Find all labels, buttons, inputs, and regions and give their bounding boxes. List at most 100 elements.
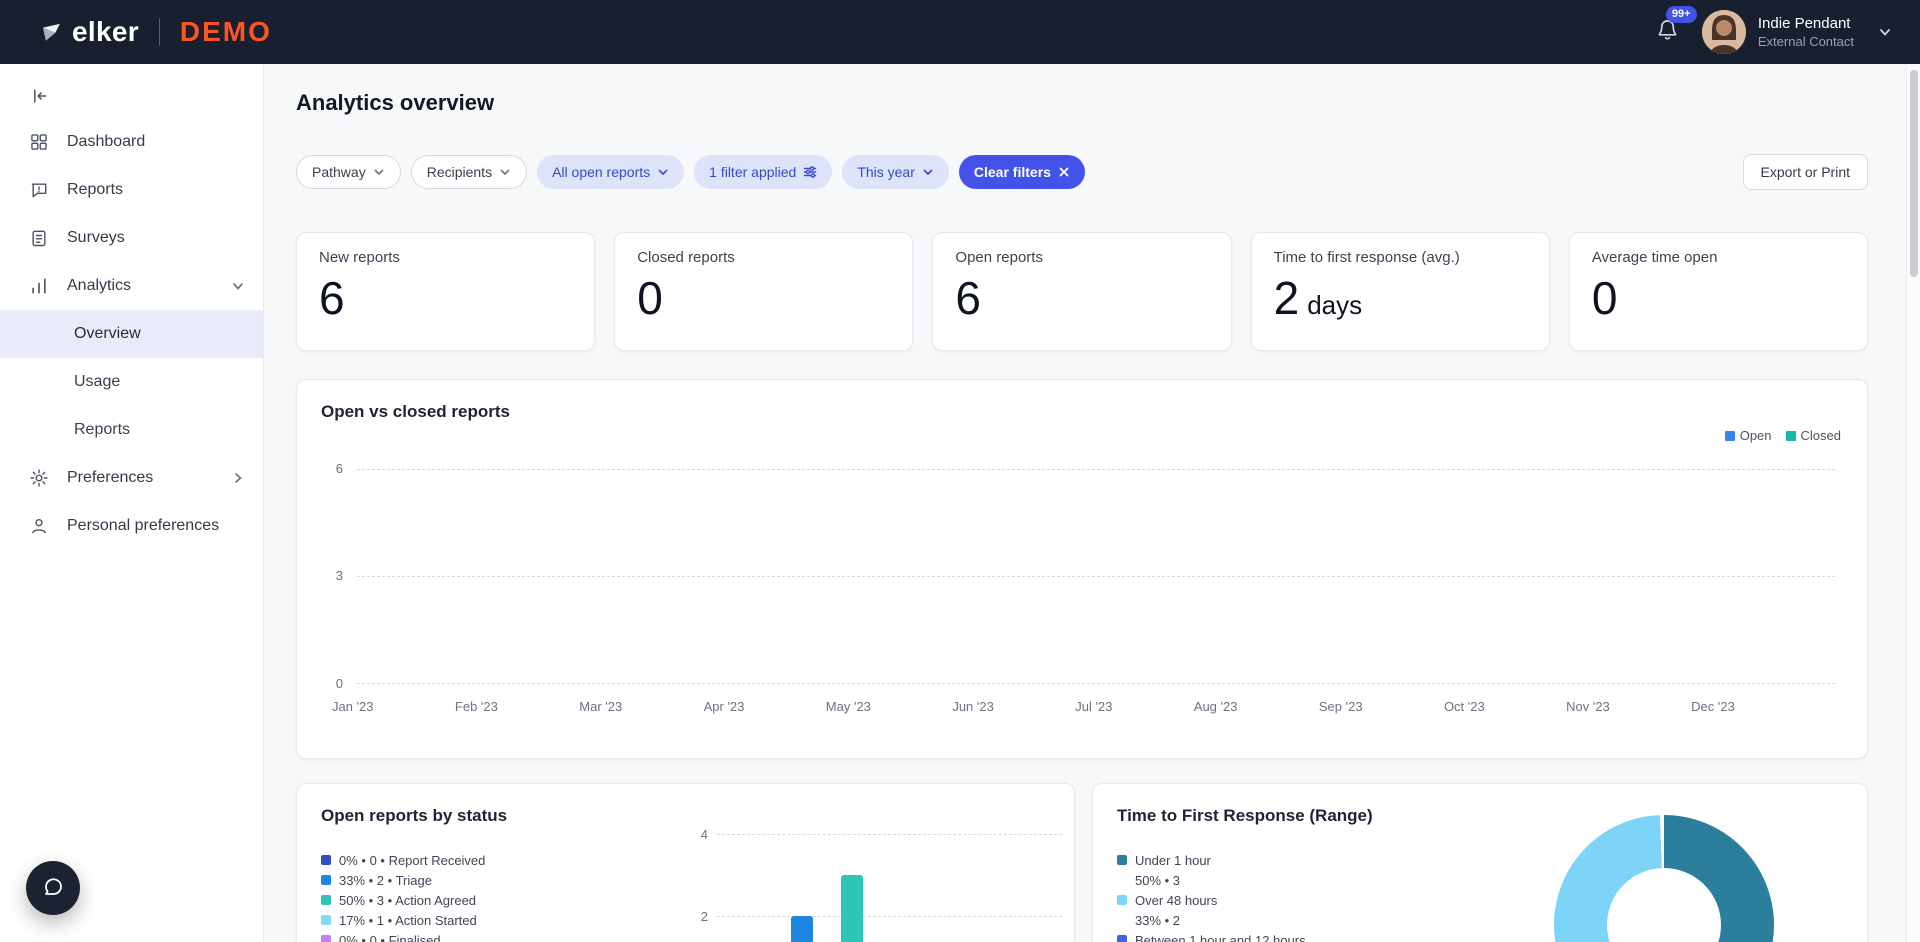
pathway-filter-label: Pathway xyxy=(312,164,366,180)
gridline xyxy=(717,834,1062,835)
month-label: Jun '23 xyxy=(952,699,994,714)
stat-card-average-time-open: Average time open 0 xyxy=(1568,232,1869,351)
close-icon xyxy=(1059,167,1069,177)
elker-logo[interactable]: elker xyxy=(40,16,139,48)
gridline xyxy=(717,916,1062,917)
stat-label: Time to first response (avg.) xyxy=(1273,249,1460,266)
stat-label: Open reports xyxy=(955,249,1043,266)
export-print-button[interactable]: Export or Print xyxy=(1742,154,1868,190)
legend-text: 0% • 0 • Report Received xyxy=(339,852,486,868)
status-legend: 0% • 0 • Report Received 33% • 2 • Triag… xyxy=(321,850,485,942)
topbar: elker DEMO 99+ Indie Pendant External Co… xyxy=(0,0,1920,64)
legend-swatch xyxy=(321,915,331,925)
avatar xyxy=(1701,10,1746,54)
y-axis-tick: 3 xyxy=(335,568,343,583)
sidebar-item-label: Reports xyxy=(67,181,124,198)
chevron-right-icon xyxy=(231,471,245,485)
chart-title: Open reports by status xyxy=(321,806,508,825)
legend-text: 50% • 3 • Action Agreed xyxy=(339,892,477,908)
legend-closed: Closed xyxy=(1785,428,1841,443)
legend-item: Between 1 hour and 12 hours xyxy=(1117,930,1306,942)
main-content: Analytics overview Pathway Recipients Al… xyxy=(264,64,1906,942)
y-axis-tick: 4 xyxy=(700,827,708,842)
surveys-icon xyxy=(28,228,50,248)
sidebar-item-dashboard[interactable]: Dashboard xyxy=(0,118,263,166)
legend-swatch xyxy=(321,935,331,942)
period-filter-button[interactable]: This year xyxy=(842,155,949,189)
sidebar-item-analytics[interactable]: Analytics xyxy=(0,262,263,310)
sidebar-item-label: Dashboard xyxy=(67,133,146,150)
chevron-down-icon xyxy=(658,169,668,176)
clear-filters-label: Clear filters xyxy=(973,164,1051,180)
user-text: Indie Pendant External Contact xyxy=(1758,15,1854,49)
user-icon xyxy=(28,516,50,536)
recipients-filter-button[interactable]: Recipients xyxy=(410,155,528,189)
stat-value: 0 xyxy=(637,272,663,324)
collapse-sidebar-icon xyxy=(28,86,50,106)
open-reports-filter-button[interactable]: All open reports xyxy=(537,155,685,189)
legend-swatch xyxy=(321,855,331,865)
legend-text: Over 48 hours xyxy=(1135,892,1218,908)
user-name: Indie Pendant xyxy=(1757,15,1851,32)
stat-card-closed-reports: Closed reports 0 xyxy=(614,232,914,351)
stat-value: 0 xyxy=(1591,272,1618,324)
legend-open: Open xyxy=(1724,428,1772,443)
user-menu[interactable]: Indie Pendant External Contact xyxy=(1701,10,1892,54)
collapse-sidebar-button[interactable] xyxy=(0,74,263,118)
stat-card-time-to-first-response: Time to first response (avg.) 2 days xyxy=(1250,232,1550,351)
month-label: Dec '23 xyxy=(1691,699,1735,714)
notifications-button[interactable]: 99+ xyxy=(1650,6,1697,50)
elker-logo-icon xyxy=(40,17,62,47)
sidebar-subitem-reports[interactable]: Reports xyxy=(0,406,263,454)
sidebar-item-personal-preferences[interactable]: Personal preferences xyxy=(0,502,263,550)
sliders-icon xyxy=(804,166,817,178)
y-axis-tick: 2 xyxy=(700,909,708,924)
stat-label: Average time open xyxy=(1591,249,1718,266)
analytics-icon xyxy=(28,276,50,296)
legend-closed-label: Closed xyxy=(1800,428,1841,443)
legend-closed-swatch xyxy=(1785,430,1796,441)
sidebar-item-preferences[interactable]: Preferences xyxy=(0,454,263,502)
applied-filters-button[interactable]: 1 filter applied xyxy=(694,155,833,189)
sidebar-subitem-overview[interactable]: Overview xyxy=(0,310,263,358)
sidebar-item-label: Analytics xyxy=(67,277,132,294)
y-axis-tick: 6 xyxy=(335,461,343,476)
page-title: Analytics overview xyxy=(296,90,495,115)
sidebar-item-reports[interactable]: Reports xyxy=(0,166,263,214)
recipients-filter-label: Recipients xyxy=(426,164,493,180)
chat-fab[interactable] xyxy=(26,861,80,915)
chevron-down-icon xyxy=(374,169,384,176)
legend-item: Over 48 hours xyxy=(1117,890,1306,910)
vertical-scrollbar[interactable] xyxy=(1906,64,1920,942)
scrollbar-thumb[interactable] xyxy=(1910,70,1918,277)
month-label: Jan '23 xyxy=(332,699,374,714)
clear-filters-button[interactable]: Clear filters xyxy=(958,155,1085,189)
brand-area: elker DEMO xyxy=(40,16,272,48)
stat-value: 6 xyxy=(955,272,981,324)
legend-text: Under 1 hour xyxy=(1135,852,1211,868)
chevron-down-icon xyxy=(923,169,933,176)
stat-label: New reports xyxy=(319,249,400,266)
legend-item: Under 1 hour xyxy=(1117,850,1306,870)
period-filter-label: This year xyxy=(857,164,915,180)
chart-title: Time to First Response (Range) xyxy=(1117,806,1373,825)
reports-icon xyxy=(28,180,50,200)
chevron-down-icon xyxy=(500,169,510,176)
sidebar: Dashboard Reports Surveys Analytics Over… xyxy=(0,64,264,942)
sidebar-item-label: Usage xyxy=(74,373,121,390)
sidebar-item-surveys[interactable]: Surveys xyxy=(0,214,263,262)
stat-card-open-reports: Open reports 6 xyxy=(932,232,1232,351)
pathway-filter-button[interactable]: Pathway xyxy=(296,155,401,189)
stat-card-new-reports: New reports 6 xyxy=(296,232,596,351)
month-label: Nov '23 xyxy=(1566,699,1610,714)
month-label: Sep '23 xyxy=(1318,699,1363,714)
month-label: Aug '23 xyxy=(1193,699,1238,714)
legend-swatch xyxy=(1117,855,1127,865)
sidebar-subitem-usage[interactable]: Usage xyxy=(0,358,263,406)
y-axis-tick: 0 xyxy=(335,676,343,691)
demo-badge: DEMO xyxy=(179,16,272,47)
stat-label: Closed reports xyxy=(637,249,735,266)
app-viewport: elker DEMO 99+ Indie Pendant External Co… xyxy=(0,0,1920,942)
elker-logo-text: elker xyxy=(72,16,139,47)
stat-value: 6 xyxy=(319,272,345,324)
